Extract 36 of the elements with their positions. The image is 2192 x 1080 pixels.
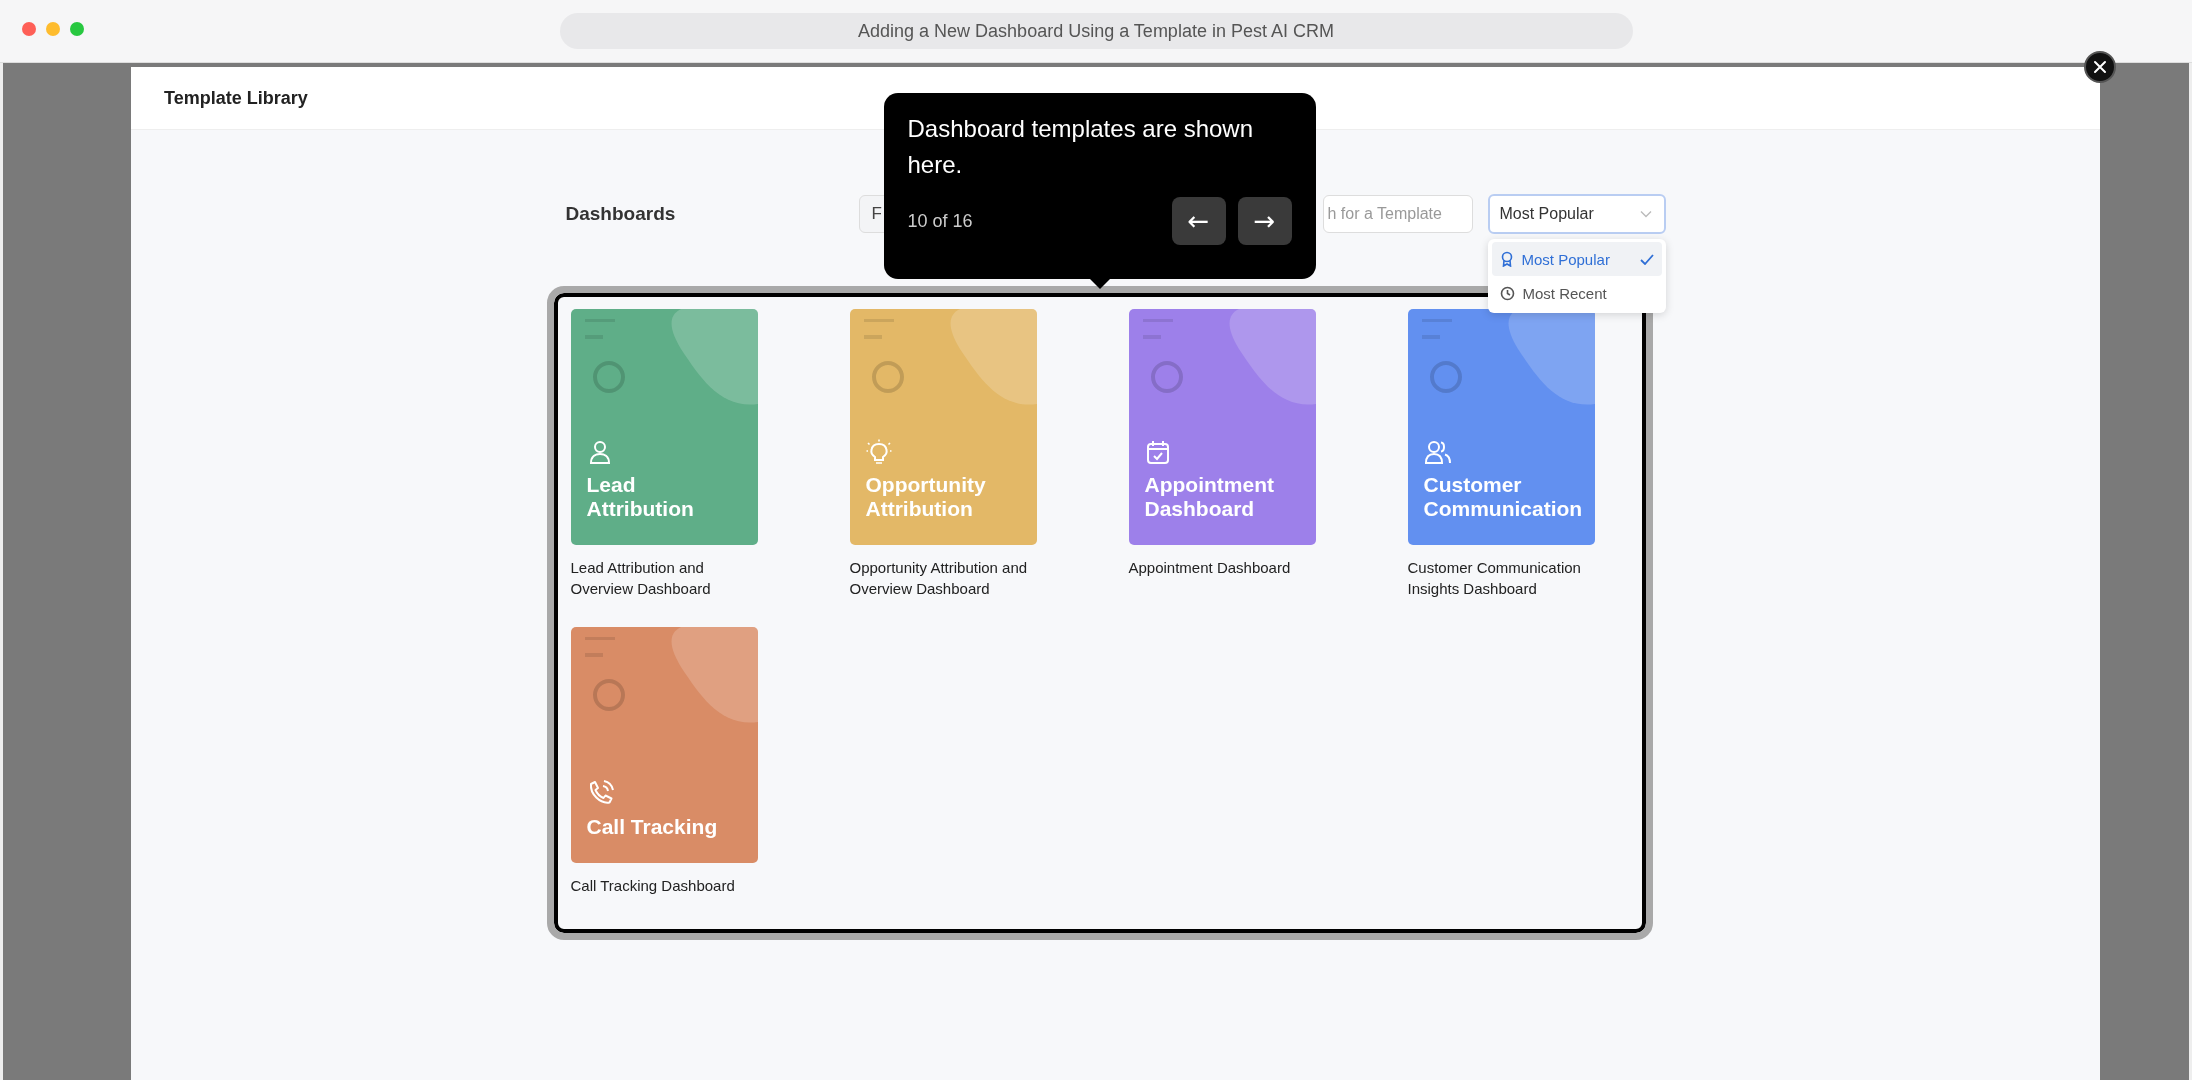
template-card[interactable]: Customer Communication (1407, 309, 1595, 545)
window-title: Adding a New Dashboard Using a Template in Pest AI CRM (559, 13, 1633, 49)
card-title: Appointment Dashboard (1144, 473, 1275, 521)
step-counter: 10 of 16 (907, 210, 973, 232)
search-field[interactable]: h for a Template (1322, 195, 1473, 233)
template-name: Lead Attribution and Overview Dashboard (570, 558, 712, 599)
close-icon (2093, 60, 2107, 74)
modal-title: Template Library (164, 87, 308, 109)
template-card[interactable]: Call Tracking (570, 627, 758, 863)
next-button[interactable]: → (1237, 197, 1292, 245)
calendar-check-icon (1144, 439, 1171, 465)
tooltip-text: Dashboard templates are shown here. (907, 114, 1255, 180)
ribbon-icon (1499, 251, 1514, 267)
lightbulb-icon (865, 439, 892, 465)
template-card[interactable]: Appointment Dashboard (1128, 309, 1316, 545)
clock-icon (1499, 285, 1515, 301)
close-window-dot[interactable] (22, 22, 36, 36)
menu-item[interactable]: Most Popular (1491, 242, 1662, 276)
template-card[interactable]: Lead Attribution (570, 309, 758, 545)
template-name: Call Tracking Dashboard (570, 876, 736, 896)
minimize-window-dot[interactable] (46, 22, 60, 36)
previous-button[interactable]: ← (1171, 197, 1226, 245)
menu-item[interactable]: Most Recent (1491, 276, 1662, 310)
card-title: Customer Communication (1423, 473, 1584, 521)
template-name: Customer Communication Insights Dashboard (1407, 558, 1582, 599)
card-title: Opportunity Attribution (865, 473, 987, 521)
chevron-down-icon (1639, 210, 1652, 218)
maximize-window-dot[interactable] (70, 22, 84, 36)
card-title: Call Tracking (586, 815, 718, 839)
check-icon (1639, 253, 1654, 265)
card-title: Lead Attribution (586, 473, 695, 521)
sort-dropdown[interactable]: Most Popular (1487, 194, 1666, 234)
people-icon (1423, 439, 1452, 465)
template-name: Opportunity Attribution and Overview Dashboard (849, 558, 1029, 599)
section-heading: Dashboards (565, 203, 677, 225)
template-name: Appointment Dashboard (1128, 558, 1292, 578)
